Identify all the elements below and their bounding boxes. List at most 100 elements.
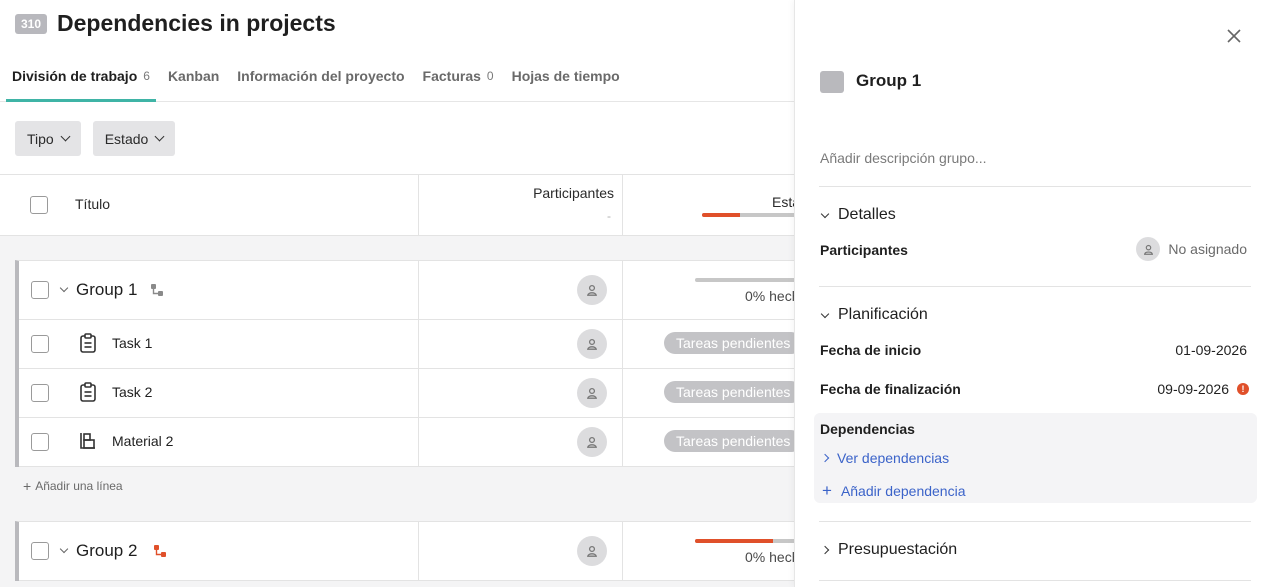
dependency-icon[interactable] [153, 544, 167, 558]
column-divider [622, 418, 623, 466]
table-row[interactable]: Task 2 Tareas pendientes [19, 369, 795, 418]
dependencies-label: Dependencias [820, 421, 915, 437]
column-divider [418, 418, 419, 466]
type-filter-button[interactable]: Tipo [15, 121, 81, 156]
row-checkbox[interactable] [31, 335, 49, 353]
tab-label: División de trabajo [12, 68, 138, 84]
row-checkbox[interactable] [31, 281, 49, 299]
avatar[interactable] [577, 329, 607, 359]
column-divider [622, 175, 623, 235]
avatar[interactable] [577, 427, 607, 457]
status-badge[interactable]: Tareas pendientes [664, 430, 795, 452]
add-dependency-label: Añadir dependencia [840, 483, 966, 499]
tab-kanban[interactable]: Kanban [162, 58, 225, 101]
tab-informacion-del-proyecto[interactable]: Información del proyecto [231, 58, 410, 101]
column-divider [622, 522, 623, 580]
column-divider [418, 522, 419, 580]
divider [819, 580, 1251, 581]
tab-count: 0 [486, 69, 494, 83]
divider [819, 286, 1251, 287]
view-dependencies-link[interactable]: Ver dependencias [820, 450, 949, 466]
chevron-down-icon [820, 309, 830, 318]
add-line-label: Añadir una línea [35, 479, 123, 493]
divider [819, 186, 1251, 187]
column-divider [418, 175, 419, 235]
section-heading: Presupuestación [838, 541, 958, 558]
collapse-chevron-icon[interactable] [59, 544, 69, 554]
person-icon [587, 545, 597, 557]
person-icon [587, 436, 597, 448]
column-divider [622, 261, 623, 319]
tab-division-de-trabajo[interactable]: División de trabajo 6 [6, 58, 156, 102]
chevron-right-icon [820, 545, 830, 555]
project-main-view: 310 Dependencies in projects División de… [0, 0, 795, 587]
state-filter-button[interactable]: Estado [92, 121, 176, 156]
group-progress-fill [695, 539, 773, 543]
section-heading: Planificación [838, 306, 928, 323]
avatar[interactable] [577, 275, 607, 305]
group-progress-label: 0% hecho [745, 549, 795, 565]
panel-title[interactable]: Group 1 [856, 71, 921, 91]
select-all-checkbox[interactable] [30, 196, 48, 214]
chevron-down-icon [820, 209, 830, 218]
add-line-button[interactable]: + Añadir una línea [23, 478, 123, 494]
group-progress-bar [695, 539, 795, 543]
section-heading: Detalles [838, 206, 896, 223]
dependencies-box: Dependencias Ver dependencias + Añadir d… [814, 413, 1257, 503]
group-row[interactable]: Group 2 0% hecho [19, 522, 795, 581]
group-progress-bar [695, 278, 795, 282]
close-icon[interactable] [1224, 26, 1244, 46]
column-divider [622, 320, 623, 368]
group-row[interactable]: Group 1 0% hecho [19, 261, 795, 320]
project-tabs: División de trabajo 6 Kanban Información… [0, 58, 795, 102]
tab-hojas-de-tiempo[interactable]: Hojas de tiempo [506, 58, 626, 101]
task-name: Task 2 [112, 384, 153, 400]
type-filter-label: Tipo [27, 130, 54, 147]
description-input[interactable]: Añadir descripción grupo... [820, 150, 987, 166]
tab-label: Kanban [167, 68, 220, 84]
budget-section-toggle[interactable]: Presupuestación [820, 541, 958, 559]
table-row[interactable]: Material 2 Tareas pendientes [19, 418, 795, 467]
column-participants-header[interactable]: Participantes [533, 185, 614, 201]
tab-label: Hojas de tiempo [511, 68, 620, 84]
column-title-header[interactable]: Título [75, 196, 110, 212]
group-color-swatch[interactable] [820, 71, 844, 93]
avatar[interactable] [577, 378, 607, 408]
material-name: Material 2 [112, 433, 174, 449]
filter-bar: Tipo Estado [15, 121, 176, 156]
group-progress-label: 0% hecho [745, 288, 795, 304]
start-date-label: Fecha de inicio [820, 342, 922, 358]
details-section-toggle[interactable]: Detalles [820, 206, 896, 224]
group-name: Group 2 [76, 541, 138, 560]
end-date-text: 09-09-2026 [1157, 381, 1229, 397]
avatar [1136, 237, 1161, 261]
clipboard-icon [80, 382, 96, 402]
status-badge[interactable]: Tareas pendientes [664, 381, 795, 403]
status-badge[interactable]: Tareas pendientes [664, 332, 795, 354]
group-name: Group 1 [76, 280, 138, 299]
participants-value-text: No asignado [1168, 241, 1247, 257]
participants-value[interactable]: No asignado [1136, 237, 1247, 261]
collapse-chevron-icon[interactable] [59, 283, 69, 293]
table-row[interactable]: Task 1 Tareas pendientes [19, 320, 795, 369]
avatar[interactable] [577, 536, 607, 566]
planning-section-toggle[interactable]: Planificación [820, 306, 928, 324]
state-filter-label: Estado [104, 130, 149, 147]
person-icon [587, 284, 597, 296]
column-divider [622, 369, 623, 417]
end-date-value[interactable]: 09-09-2026 ! [1157, 381, 1249, 397]
dependency-icon[interactable] [150, 283, 164, 297]
start-date-value[interactable]: 01-09-2026 [1175, 342, 1247, 358]
status-progress-bar [702, 213, 795, 217]
row-checkbox[interactable] [31, 433, 49, 451]
project-id-badge: 310 [15, 13, 48, 34]
row-checkbox[interactable] [31, 542, 49, 560]
chevron-right-icon [820, 453, 830, 463]
page-title: Dependencies in projects [57, 10, 336, 36]
row-checkbox[interactable] [31, 384, 49, 402]
add-dependency-link[interactable]: + Añadir dependencia [822, 482, 966, 499]
column-status-header[interactable]: Estado [772, 194, 795, 210]
tab-facturas[interactable]: Facturas 0 [417, 58, 500, 101]
column-divider [418, 261, 419, 319]
chevron-down-icon [154, 131, 165, 142]
